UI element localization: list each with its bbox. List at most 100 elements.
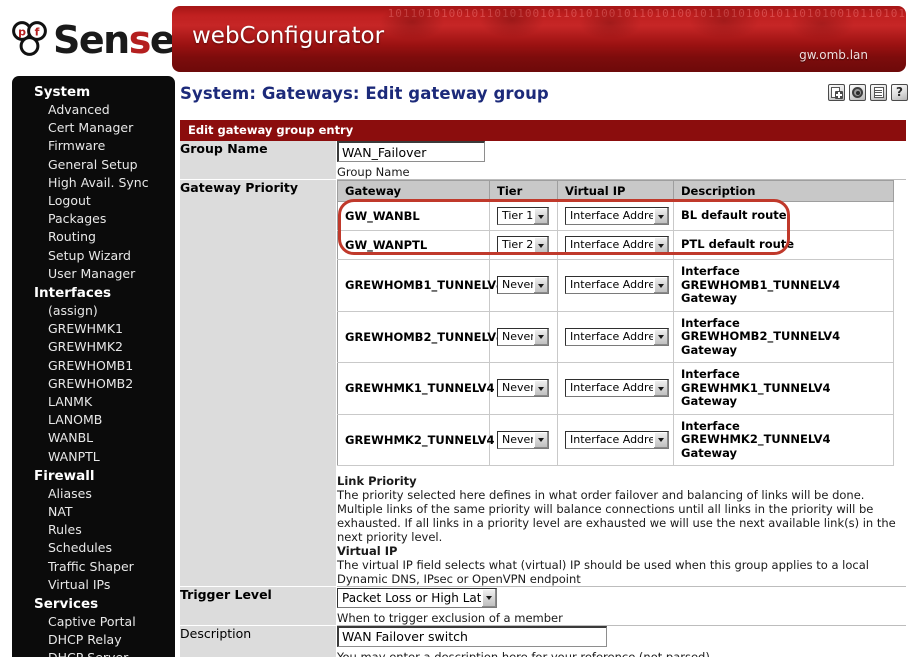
gateway-description-cell: Interface GREWHOMB1_TUNNELV4 Gateway — [673, 259, 894, 312]
sidebar-item-advanced[interactable]: Advanced — [12, 101, 175, 119]
sidebar-item-assign[interactable]: (assign) — [12, 302, 175, 320]
chevron-down-icon — [533, 380, 548, 397]
chevron-down-icon — [533, 237, 548, 253]
gateway-table-header-row: Gateway Tier Virtual IP Description — [337, 180, 894, 202]
sidebar-item-wanbl[interactable]: WANBL — [12, 429, 175, 447]
virtual-ip-select[interactable]: Interface Address — [565, 276, 669, 295]
tier-cell: Never — [489, 362, 558, 415]
sidebar-group-system[interactable]: System — [12, 82, 175, 101]
main-content: System: Gateways: Edit gateway group ? E… — [178, 76, 910, 657]
table-row: GREWHOMB1_TUNNELV4Never Interface Address… — [337, 259, 894, 312]
table-row: GW_WANBL Tier 1 Interface Address BL defaul… — [337, 201, 894, 231]
chevron-down-icon — [481, 588, 496, 607]
tier-select[interactable]: Never — [497, 327, 549, 346]
description-input[interactable] — [337, 625, 607, 647]
sidebar-item-dhcp-relay[interactable]: DHCP Relay — [12, 631, 175, 649]
sidebar-item-setup-wizard[interactable]: Setup Wizard — [12, 247, 175, 265]
virtual-ip-selected-value: Interface Address — [570, 209, 653, 222]
chevron-down-icon — [653, 431, 668, 448]
sidebar-item-rules[interactable]: Rules — [12, 521, 175, 539]
sidebar-item-traffic-shaper[interactable]: Traffic Shaper — [12, 558, 175, 576]
sidebar-item-schedules[interactable]: Schedules — [12, 539, 175, 557]
sidebar-item-virtual-ips[interactable]: Virtual IPs — [12, 576, 175, 594]
chevron-down-icon — [653, 328, 668, 345]
virtual-ip-cell: Interface Address — [557, 259, 674, 312]
sidebar-item-grewhomb2[interactable]: GREWHOMB2 — [12, 375, 175, 393]
tier-select[interactable]: Never — [497, 430, 549, 449]
banner-blob-decoration — [352, 8, 906, 50]
sidebar-item-dhcp-server[interactable]: DHCP Server — [12, 649, 175, 657]
gateway-name-cell: GREWHOMB1_TUNNELV4 — [337, 259, 504, 312]
form-row-trigger-level: Trigger Level Packet Loss or High Latenc… — [180, 586, 906, 626]
sidebar-item-wanptl[interactable]: WANPTL — [12, 448, 175, 466]
virtual-ip-select[interactable]: Interface Address — [565, 430, 669, 449]
sidebar-group-firewall[interactable]: Firewall — [12, 466, 175, 485]
form-row-description: Description You may enter a description … — [180, 625, 906, 657]
trigger-level-select[interactable]: Packet Loss or High Latency — [337, 587, 497, 608]
chevron-down-icon — [533, 208, 548, 224]
gateway-priority-label: Gateway Priority — [180, 179, 337, 587]
tier-select[interactable]: Tier 1 — [497, 207, 549, 225]
gateway-name-cell: GW_WANBL — [337, 201, 490, 231]
sidebar-item-logout[interactable]: Logout — [12, 192, 175, 210]
sidebar-item-captive-portal[interactable]: Captive Portal — [12, 613, 175, 631]
chevron-down-icon — [653, 237, 668, 253]
tier-selected-value: Never — [502, 278, 533, 292]
sidebar-group-interfaces[interactable]: Interfaces — [12, 283, 175, 302]
form-row-group-name: Group Name Group Name — [180, 141, 906, 180]
virtual-ip-cell: Interface Address — [557, 311, 674, 363]
form-row-gateway-priority: Gateway Priority Gateway Tier Virtual IP… — [180, 179, 906, 587]
chevron-down-icon — [653, 277, 668, 294]
sidebar-item-user-manager[interactable]: User Manager — [12, 265, 175, 283]
gateway-priority-table: Gateway Tier Virtual IP Description GW_W… — [337, 180, 894, 466]
tier-select[interactable]: Never — [497, 379, 549, 398]
tier-selected-value: Never — [502, 329, 533, 343]
sidebar-group-services[interactable]: Services — [12, 594, 175, 613]
virtual-ip-select[interactable]: Interface Address — [565, 236, 669, 254]
virtual-ip-select[interactable]: Interface Address — [565, 327, 669, 346]
virtual-ip-selected-value: Interface Address — [570, 432, 653, 446]
sidebar-item-lanomb[interactable]: LANOMB — [12, 411, 175, 429]
gateway-name-cell: GREWHMK2_TUNNELV4 — [337, 414, 495, 466]
pfsense-logo-wordmark: Sense — [53, 21, 176, 59]
sidebar-item-cert-manager[interactable]: Cert Manager — [12, 119, 175, 137]
group-name-label: Group Name — [180, 141, 337, 180]
pfsense-webconfigurator-page: p f Sense 101101010010110101001011010100… — [0, 0, 910, 657]
virtual-ip-selected-value: Interface Address — [570, 278, 653, 292]
virtual-ip-select[interactable]: Interface Address — [565, 207, 669, 225]
sidebar-item-nat[interactable]: NAT — [12, 503, 175, 521]
trigger-level-selected-value: Packet Loss or High Latency — [342, 590, 481, 605]
description-cell: You may enter a description here for you… — [336, 625, 906, 657]
chevron-down-icon — [533, 277, 548, 294]
sidebar-item-packages[interactable]: Packages — [12, 210, 175, 228]
svg-text:p: p — [18, 26, 26, 39]
trigger-level-help: When to trigger exclusion of a member — [337, 610, 563, 625]
tier-select[interactable]: Tier 2 — [497, 236, 549, 254]
tier-cell: Tier 1 — [489, 201, 558, 231]
description-help: You may enter a description here for you… — [337, 649, 714, 657]
virtual-ip-cell: Interface Address — [557, 362, 674, 415]
save-disk-icon[interactable] — [849, 84, 866, 101]
group-name-input[interactable] — [337, 141, 485, 162]
table-row: GREWHOMB2_TUNNELV4Never Interface Address… — [337, 311, 894, 363]
sidebar-item-grewhmk1[interactable]: GREWHMK1 — [12, 320, 175, 338]
notes-list-icon[interactable] — [870, 84, 887, 101]
sidebar-navigation[interactable]: System Advanced Cert Manager Firmware Genera… — [12, 76, 175, 657]
page-title: System: Gateways: Edit gateway group — [180, 84, 549, 103]
tier-select[interactable]: Never — [497, 276, 549, 295]
sidebar-item-firmware[interactable]: Firmware — [12, 137, 175, 155]
chevron-down-icon — [653, 380, 668, 397]
sidebar-item-routing[interactable]: Routing — [12, 228, 175, 246]
webconfigurator-title: webConfigurator — [192, 23, 385, 49]
help-icon[interactable]: ? — [891, 84, 908, 101]
add-page-icon[interactable] — [828, 84, 845, 101]
sidebar-item-general-setup[interactable]: General Setup — [12, 156, 175, 174]
sidebar-item-grewhomb1[interactable]: GREWHOMB1 — [12, 357, 175, 375]
sidebar-item-lanmk[interactable]: LANMK — [12, 393, 175, 411]
sidebar-item-high-avail-sync[interactable]: High Avail. Sync — [12, 174, 175, 192]
sidebar-item-aliases[interactable]: Aliases — [12, 485, 175, 503]
virtual-ip-select[interactable]: Interface Address — [565, 379, 669, 398]
link-priority-help-body: The priority selected here defines in wh… — [337, 488, 896, 544]
sidebar-item-grewhmk2[interactable]: GREWHMK2 — [12, 338, 175, 356]
tier-cell: Never — [489, 311, 558, 363]
